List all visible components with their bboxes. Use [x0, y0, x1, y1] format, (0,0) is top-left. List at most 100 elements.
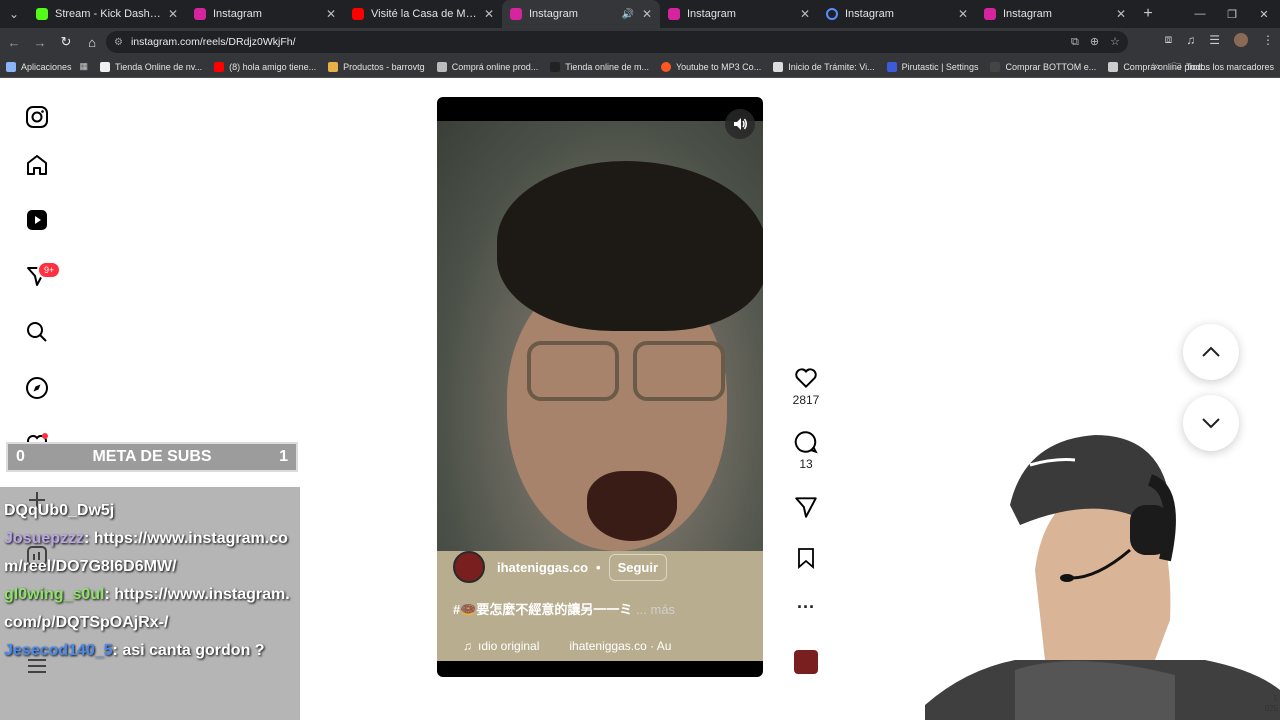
follow-button[interactable]: Seguir — [608, 553, 668, 581]
speaker-icon[interactable]: 🔊 — [622, 9, 634, 20]
folder-icon: 🗀 — [1171, 61, 1181, 71]
reel-author: ihateniggas.co • Seguir — [453, 551, 668, 583]
install-icon[interactable]: ⧉ — [1071, 31, 1079, 53]
address-bar[interactable]: ⚙ instagram.com/reels/DRdjz0WkjFh/ — [106, 31, 1128, 53]
reels-icon[interactable] — [20, 203, 54, 237]
taskbar-clock: 5 025 — [1264, 694, 1278, 713]
minimize-icon[interactable]: — — [1184, 0, 1216, 28]
video-content — [587, 471, 677, 541]
bookmark-item[interactable]: Youtube to MP3 Co... — [655, 61, 767, 72]
bookmark-item[interactable]: Comprar BOTTOM e... — [984, 61, 1102, 72]
close-window-icon[interactable]: ✕ — [1248, 0, 1280, 28]
subs-goal-title: META DE SUBS — [92, 448, 212, 465]
like-action: 2817 — [786, 365, 826, 407]
webcam-overlay — [925, 435, 1280, 720]
close-icon[interactable]: ✕ — [956, 7, 970, 21]
new-tab-button[interactable]: + — [1134, 5, 1162, 23]
bookmark-item[interactable]: Aplicaciones — [0, 61, 78, 72]
chat-message: gl0wing_s0ul: https://www.instagram.com/… — [4, 586, 290, 631]
tab-5[interactable]: Instagram ✕ — [818, 0, 976, 28]
search-icon[interactable] — [20, 315, 54, 349]
site-info-icon[interactable]: ⚙ — [114, 37, 123, 48]
browser-toolbar: ← → ↻ ⌂ ⚙ instagram.com/reels/DRdjz0WkjF… — [0, 28, 1280, 56]
instagram-icon — [668, 8, 680, 20]
close-icon[interactable]: ✕ — [1114, 7, 1128, 21]
bookmark-item[interactable]: Tienda online de m... — [544, 61, 655, 72]
music-note-icon: ♫ — [463, 639, 472, 653]
loading-icon — [826, 8, 838, 20]
back-icon[interactable]: ← — [2, 30, 26, 54]
tab-1[interactable]: Instagram ✕ — [186, 0, 344, 28]
bookmark-item[interactable]: Inicio de Trámite: Vi... — [767, 61, 880, 72]
more-bookmarks-icon[interactable]: » — [1154, 56, 1160, 78]
bookmark-favicon — [328, 61, 339, 72]
close-icon[interactable]: ✕ — [640, 7, 654, 21]
tab-6[interactable]: Instagram ✕ — [976, 0, 1134, 28]
toolbar-right: ⧈ ♫ ☰ ⋮ — [1165, 32, 1274, 47]
chat-username: Josuepzzz — [4, 530, 85, 547]
tab-2[interactable]: Visité la Casa de Messi - YouTu✕ — [344, 0, 502, 28]
audio-author: ihateniggas.co · Au — [569, 639, 672, 653]
bookmark-favicon — [773, 61, 784, 72]
extensions-icon[interactable]: ⧈ — [1165, 32, 1173, 47]
chat-message: Jesecod140_5: asi canta gordon ? — [4, 642, 265, 659]
bookmark-item[interactable]: Pirutastic | Settings — [881, 61, 985, 72]
bookmark-item[interactable]: Comprá online prod... — [431, 61, 545, 72]
video-content — [497, 161, 763, 331]
author-username[interactable]: ihateniggas.co — [497, 560, 588, 575]
like-count: 2817 — [792, 393, 820, 407]
volume-icon[interactable] — [725, 109, 755, 139]
author-avatar[interactable] — [453, 551, 485, 583]
home-icon[interactable]: ⌂ — [80, 30, 104, 54]
comment-icon[interactable] — [793, 429, 819, 455]
restore-icon[interactable]: ❐ — [1216, 0, 1248, 28]
more-options-icon[interactable]: ··· — [786, 597, 826, 618]
subs-goal-current: 0 — [16, 448, 25, 465]
like-heart-icon[interactable] — [793, 365, 819, 391]
bookmark-favicon — [436, 61, 447, 72]
reel-audio[interactable]: ♫ ıdio original ihateniggas.co · Au — [463, 639, 671, 653]
all-bookmarks[interactable]: 🗀 Todos los marcadores — [1172, 56, 1274, 78]
media-icon[interactable]: ♫ — [1186, 33, 1195, 47]
bookmark-favicon — [886, 61, 897, 72]
reel-video[interactable]: ihateniggas.co • Seguir #🍩要怎麼不經意的讓另一一ミ .… — [437, 97, 763, 677]
tab-4[interactable]: Instagram ✕ — [660, 0, 818, 28]
menu-icon[interactable]: ⋮ — [1262, 33, 1274, 47]
home-nav-icon[interactable] — [20, 148, 54, 182]
bookmark-icon[interactable] — [794, 546, 818, 570]
forward-icon[interactable]: → — [28, 30, 52, 54]
bookmark-item[interactable]: (8) hola amigo tiene... — [208, 61, 322, 72]
profile-avatar[interactable] — [1234, 32, 1248, 47]
chat-message: Josuepzzz: https://www.instagram.com/ree… — [4, 530, 288, 575]
tab-3-active[interactable]: Instagram 🔊 ✕ — [502, 0, 660, 28]
reload-icon[interactable]: ↻ — [54, 30, 78, 54]
bookmark-favicon — [660, 61, 671, 72]
share-icon[interactable] — [793, 494, 819, 520]
close-icon[interactable]: ✕ — [166, 7, 180, 21]
close-icon[interactable]: ✕ — [798, 7, 812, 21]
reading-list-icon[interactable]: ☰ — [1209, 33, 1220, 47]
address-bar-actions: ⧉ ⊕ ☆ — [1071, 31, 1120, 53]
instagram-icon — [984, 8, 996, 20]
chat-message: DQqUb0_Dw5j — [4, 502, 115, 519]
grid-icon: ▦ — [79, 61, 89, 71]
audio-title: ıdio original — [478, 639, 540, 653]
tab-0[interactable]: Stream - Kick Dashboard ✕ — [28, 0, 186, 28]
tab-search-dropdown[interactable]: ⌄ — [0, 0, 28, 28]
close-icon[interactable]: ✕ — [324, 7, 338, 21]
audio-thumbnail[interactable] — [794, 650, 818, 674]
caption-more-link[interactable]: ... más — [636, 602, 675, 617]
video-content — [527, 341, 619, 401]
previous-reel-button[interactable] — [1183, 324, 1239, 380]
star-icon[interactable]: ☆ — [1110, 31, 1120, 53]
comment-action: 13 — [786, 429, 826, 471]
bookmark-item[interactable]: ▦ Tienda Online de nv... — [78, 61, 209, 72]
tab-strip: ⌄ Stream - Kick Dashboard ✕ Instagram ✕ Vi… — [0, 0, 1280, 28]
zoom-icon[interactable]: ⊕ — [1090, 31, 1099, 53]
video-content — [633, 341, 725, 401]
close-icon[interactable]: ✕ — [482, 7, 496, 21]
bookmark-item[interactable]: Productos - barrovtg — [322, 61, 431, 72]
caption-text: #🍩要怎麼不經意的讓另一一ミ — [453, 602, 633, 617]
instagram-logo-icon[interactable] — [20, 100, 54, 134]
explore-icon[interactable] — [20, 371, 54, 405]
